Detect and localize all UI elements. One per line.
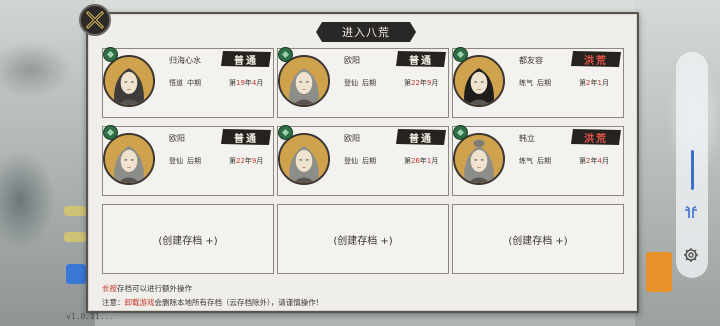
character-name: 欧阳 [344, 134, 360, 143]
jade-gem-icon [278, 125, 293, 140]
gear-icon[interactable] [682, 246, 700, 264]
create-save-slot-button[interactable]: (创建存档 +) [452, 204, 624, 274]
create-save-slot-button[interactable]: (创建存档 +) [277, 204, 449, 274]
save-slot-card[interactable]: 归海心水 悟道 中期 第19年4月 普通 [102, 47, 274, 118]
character-portrait [278, 55, 330, 107]
cultivation-realm: 练气 后期 [519, 78, 551, 88]
date-year: 26 [411, 157, 420, 165]
difficulty-badge: 普通 [396, 129, 446, 145]
date-month-unit: 月 [431, 79, 439, 87]
character-portrait [103, 55, 155, 107]
game-date: 第22年9月 [404, 78, 438, 88]
realm-stage: 后期 [362, 157, 376, 165]
date-year: 22 [236, 157, 245, 165]
date-month-unit: 月 [256, 157, 264, 165]
date-month-unit: 月 [601, 157, 609, 165]
game-date: 第22年9月 [229, 156, 263, 166]
realm-stage: 后期 [537, 79, 551, 87]
jade-gem-icon [103, 125, 118, 140]
date-year: 22 [411, 79, 420, 87]
create-save-slot-button[interactable]: (创建存档 +) [102, 204, 274, 274]
warning-highlight: 卸载游戏 [124, 298, 155, 307]
difficulty-badge: 普通 [221, 51, 271, 67]
close-button[interactable] [79, 4, 111, 36]
realm-label: 悟道 [169, 79, 183, 87]
cultivation-realm: 登仙 后期 [344, 78, 376, 88]
date-month-unit: 月 [601, 79, 609, 87]
character-name: 都友容 [519, 56, 543, 65]
date-year-unit: 年 [244, 157, 252, 165]
difficulty-badge: 洪荒 [571, 129, 621, 145]
save-slot-card[interactable]: 韩立 练气 后期 第2年4月 洪荒 [452, 125, 624, 196]
date-prefix: 第 [579, 79, 586, 87]
cultivation-realm: 登仙 后期 [169, 156, 201, 166]
date-year-unit: 年 [244, 79, 252, 87]
date-prefix: 第 [229, 157, 236, 165]
hint-uninstall-warning: 注意：卸载游戏会删除本地所有存档（云存档除外），请谨慎操作! [102, 297, 319, 308]
realm-label: 登仙 [344, 79, 358, 87]
date-year: 19 [236, 79, 245, 87]
game-date: 第19年4月 [229, 78, 263, 88]
jade-gem-icon [453, 47, 468, 62]
realm-label: 练气 [519, 157, 533, 165]
background-button [64, 206, 86, 216]
character-portrait [278, 133, 330, 185]
realm-label: 登仙 [344, 157, 358, 165]
cultivation-realm: 登仙 后期 [344, 156, 376, 166]
realm-label: 练气 [519, 79, 533, 87]
difficulty-badge: 普通 [221, 129, 271, 145]
save-slot-card[interactable]: 都友容 练气 后期 第2年1月 洪荒 [452, 47, 624, 118]
character-name: 归海心水 [169, 56, 201, 65]
warning-prefix: 注意： [102, 298, 125, 307]
date-month-unit: 月 [256, 79, 264, 87]
save-select-panel: 进入八荒 归海心水 悟道 中期 第19年4月 普通 欧阳 登仙 后期 第22年9… [86, 12, 639, 313]
difficulty-badge: 普通 [396, 51, 446, 67]
game-date: 第2年1月 [579, 78, 609, 88]
background-blue-icon [66, 264, 86, 284]
version-label: v1.0.11... [66, 312, 115, 321]
panel-title: 进入八荒 [316, 22, 416, 42]
date-year-unit: 年 [419, 79, 427, 87]
realm-stage: 后期 [537, 157, 551, 165]
volume-slider[interactable] [691, 150, 694, 190]
realm-stage: 中期 [187, 79, 201, 87]
difficulty-badge: 洪荒 [571, 51, 621, 67]
date-month-unit: 月 [431, 157, 439, 165]
warning-text: 会删除本地所有存档（云存档除外），请谨慎操作! [154, 298, 319, 307]
character-name: 韩立 [519, 134, 535, 143]
date-prefix: 第 [229, 79, 236, 87]
realm-label: 登仙 [169, 157, 183, 165]
jade-gem-icon [103, 47, 118, 62]
date-prefix: 第 [404, 157, 411, 165]
save-slot-grid: 归海心水 悟道中期 第19年4月 普通 欧阳 登仙后期 第22年9月 普通 [102, 47, 628, 274]
close-x-icon [86, 11, 104, 29]
character-portrait [453, 133, 505, 185]
save-slot-card[interactable]: 欧阳 登仙 后期 第26年1月 普通 [277, 125, 449, 196]
character-name: 欧阳 [344, 56, 360, 65]
save-slot-card[interactable]: 欧阳 登仙 后期 第22年9月 普通 [277, 47, 449, 118]
realm-stage: 后期 [362, 79, 376, 87]
character-name: 欧阳 [169, 134, 185, 143]
date-prefix: 第 [579, 157, 586, 165]
cultivation-realm: 悟道 中期 [169, 78, 201, 88]
date-prefix: 第 [404, 79, 411, 87]
jade-gem-icon [278, 47, 293, 62]
earbuds-icon[interactable] [682, 204, 700, 222]
date-year-unit: 年 [419, 157, 427, 165]
hint-text: 存档可以进行额外操作 [117, 284, 192, 293]
hint-long-press: 长按存档可以进行额外操作 [102, 283, 192, 294]
background-orange-icon [646, 252, 672, 292]
game-date: 第26年1月 [404, 156, 438, 166]
jade-gem-icon [453, 125, 468, 140]
save-slot-card[interactable]: 欧阳 登仙 后期 第22年9月 普通 [102, 125, 274, 196]
realm-stage: 后期 [187, 157, 201, 165]
background-button [64, 232, 86, 242]
character-portrait [453, 55, 505, 107]
character-portrait [103, 133, 155, 185]
cultivation-realm: 练气 后期 [519, 156, 551, 166]
hint-highlight: 长按 [102, 284, 117, 293]
game-date: 第2年4月 [579, 156, 609, 166]
